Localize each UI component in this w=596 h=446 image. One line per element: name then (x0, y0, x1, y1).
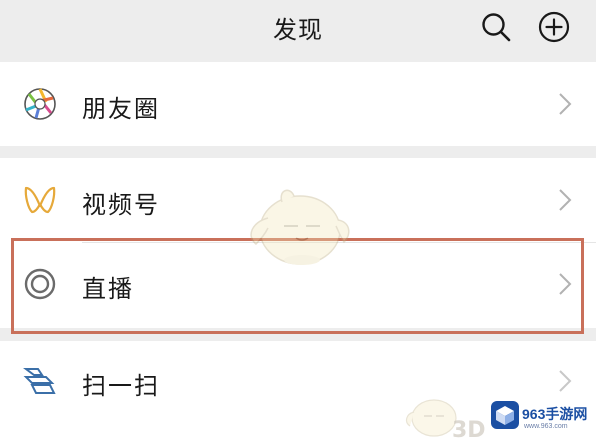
plus-circle-icon[interactable] (537, 10, 571, 44)
cube-logo-icon (491, 401, 519, 429)
channels-butterfly-icon (24, 186, 56, 214)
top-bar: 发现 (0, 0, 596, 62)
watermark-site-url: www.963.com (524, 423, 568, 430)
list-item-label: 视频号 (82, 191, 160, 219)
list-item-label: 直播 (82, 275, 134, 303)
search-icon[interactable] (479, 10, 513, 44)
watermark-mascot-icon (250, 189, 350, 265)
chevron-right-icon (559, 189, 572, 211)
watermark-badge: 963手游网 www.963.com (484, 392, 590, 440)
chevron-right-icon (559, 273, 572, 295)
live-ring-icon (24, 268, 56, 300)
chevron-right-icon (559, 370, 572, 392)
scan-icon (23, 368, 56, 394)
chevron-right-icon (559, 93, 572, 115)
watermark-site-name: 963手游网 (522, 406, 588, 422)
list-item-label: 朋友圈 (82, 95, 160, 123)
list-item-label: 扫一扫 (82, 372, 160, 400)
list-item-moments[interactable]: 朋友圈 (0, 62, 596, 146)
watermark-3d-text: 3D (452, 418, 486, 443)
moments-aperture-icon (24, 88, 56, 120)
